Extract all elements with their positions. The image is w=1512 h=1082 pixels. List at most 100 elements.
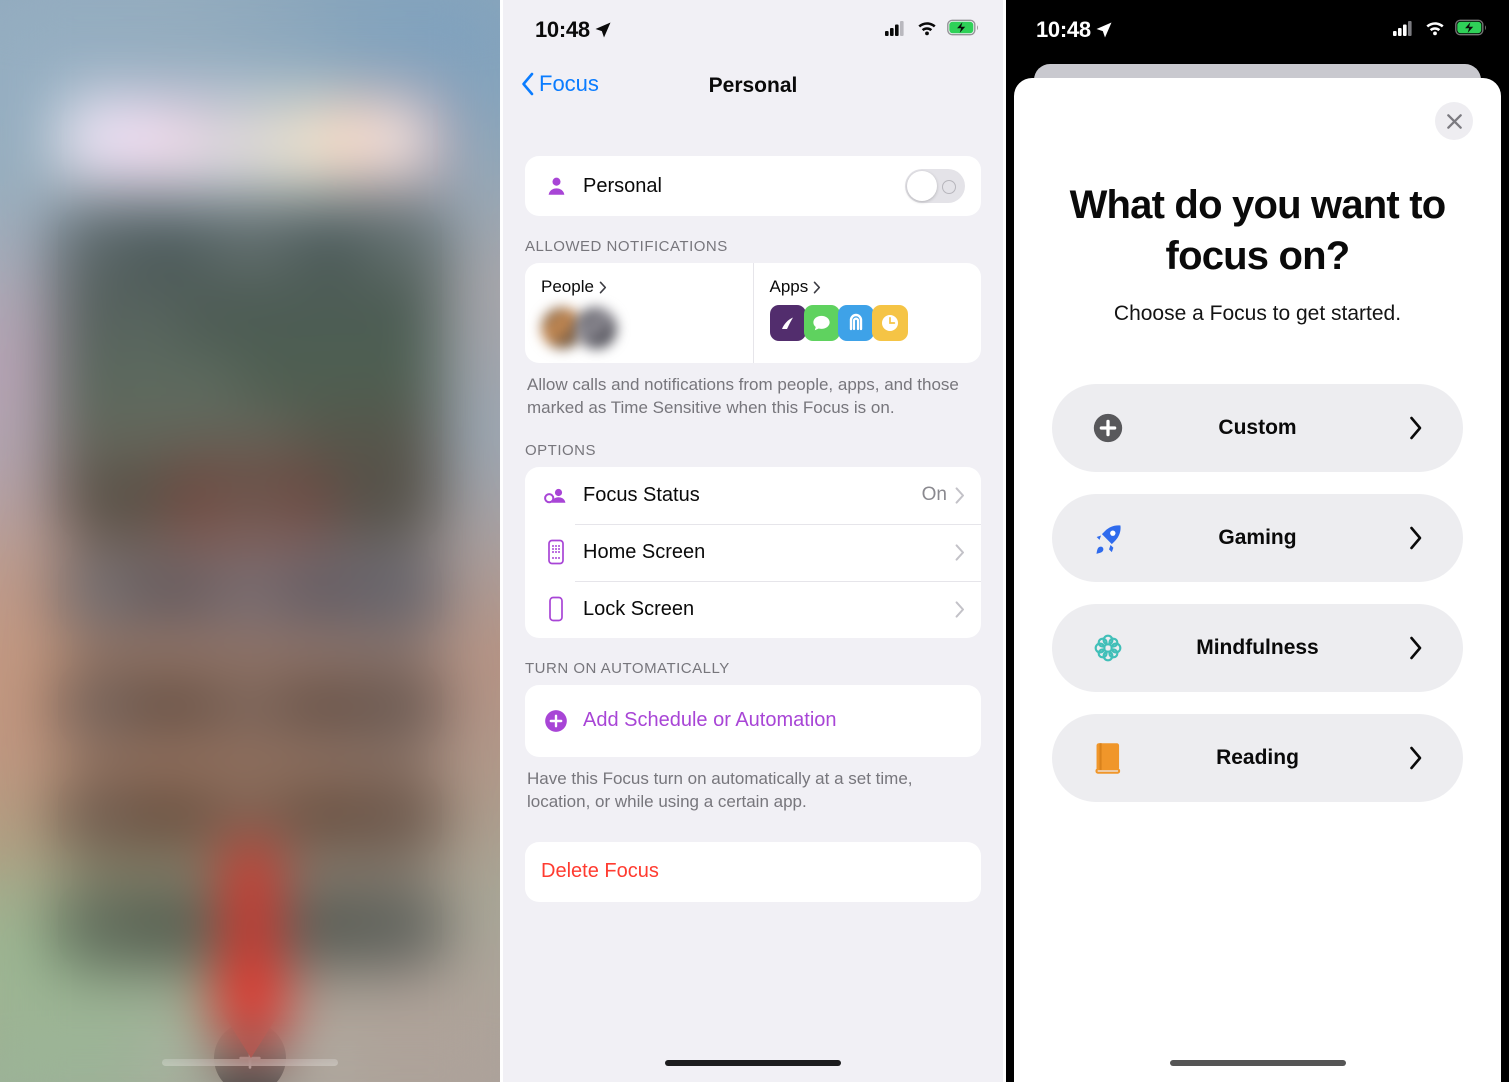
do-not-disturb-card[interactable]: Do Not Disturb On xyxy=(62,96,438,184)
home-screen-icon xyxy=(541,537,571,567)
add-schedule-label: Add Schedule or Automation xyxy=(583,709,837,732)
home-indicator xyxy=(162,1059,338,1066)
apps-label: Apps xyxy=(769,277,809,296)
personal-menu-ellipsis-icon[interactable] xyxy=(374,228,416,271)
focus-option-custom[interactable]: Custom xyxy=(1052,384,1463,473)
chevron-right-icon xyxy=(955,601,964,618)
control-center-focus-panel: Do Not Disturb On Personal For 1 hour Un… xyxy=(0,0,500,1082)
podcasts-app-icon xyxy=(769,305,806,341)
focus-option-label: Reading xyxy=(1216,746,1299,770)
people-title-row: People xyxy=(541,277,737,297)
chevron-right-icon xyxy=(955,544,964,561)
allowed-app-icons xyxy=(769,305,966,341)
location-arrow-icon xyxy=(595,22,611,38)
focus-picker-panel: 10:48 What do you want to focus on? Choo… xyxy=(1006,0,1509,1082)
wifi-icon xyxy=(918,22,936,36)
cellular-bars-icon xyxy=(1393,21,1412,36)
option-row-home-screen[interactable]: Home Screen xyxy=(525,523,981,581)
people-cell[interactable]: People xyxy=(525,263,753,363)
navigation-bar: Focus Personal xyxy=(503,62,1003,124)
dnd-status: On xyxy=(240,144,260,160)
status-bar: 10:48 xyxy=(503,0,1003,62)
turn-on-automatically-card: Add Schedule or Automation xyxy=(525,684,981,757)
chevron-right-icon xyxy=(1410,747,1422,770)
messages-app-icon xyxy=(803,305,840,341)
mail-app-icon xyxy=(837,305,874,341)
sheet-title: What do you want to focus on? xyxy=(1069,183,1447,279)
focus-pill-ellipsis-icon[interactable] xyxy=(372,701,410,709)
option-label: Home Screen xyxy=(583,540,706,563)
battery-charging-icon xyxy=(947,19,978,36)
focus-pill-ellipsis-icon[interactable] xyxy=(372,811,410,819)
focus-pill-ellipsis-icon[interactable] xyxy=(372,921,410,929)
apps-title-row: Apps xyxy=(770,277,966,297)
focus-option-gaming[interactable]: Gaming xyxy=(1052,494,1463,583)
allowed-notifications-card: People Apps xyxy=(525,263,981,363)
status-bar-indicators xyxy=(1393,19,1487,36)
person-icon xyxy=(541,171,571,201)
close-button[interactable] xyxy=(1435,102,1473,140)
allowed-notifications-header: ALLOWED NOTIFICATIONS xyxy=(525,238,728,255)
focus-name-row[interactable]: Personal xyxy=(525,156,981,216)
dnd-ellipsis-icon[interactable] xyxy=(371,136,404,144)
focus-status-icon xyxy=(541,480,571,510)
apps-cell[interactable]: Apps xyxy=(754,263,982,363)
settings-personal-focus-panel: 10:48 Focus Personal Personal ALLOWED NO… xyxy=(500,0,1006,1082)
personal-menu-header[interactable]: Personal xyxy=(58,206,442,294)
settings-label: Settings xyxy=(215,498,285,519)
option-value: On xyxy=(921,484,947,506)
focus-picker-sheet: What do you want to focus on? Choose a F… xyxy=(1014,78,1501,1082)
people-label: People xyxy=(541,277,594,296)
turn-on-automatically-header: TURN ON AUTOMATICALLY xyxy=(525,659,730,677)
focus-pill-sleep[interactable]: Sleep xyxy=(58,663,442,747)
menu-item-for-1-hour[interactable]: For 1 hour xyxy=(58,294,442,357)
home-indicator xyxy=(665,1060,841,1066)
annotation-arrow-down xyxy=(205,845,297,1058)
chevron-right-icon xyxy=(813,281,821,293)
menu-item-sublabel: Home xyxy=(88,445,131,462)
delete-focus-label: Delete Focus xyxy=(541,860,659,883)
focus-name-card: Personal xyxy=(525,156,981,216)
focus-option-label: Mindfulness xyxy=(1196,636,1319,660)
close-icon xyxy=(1446,113,1462,129)
plus-circle-icon xyxy=(541,706,571,736)
delete-focus-row[interactable]: Delete Focus xyxy=(525,842,981,902)
focus-options-list: Custom Gaming Mindfulness Reading xyxy=(1014,384,1501,803)
option-label: Focus Status xyxy=(583,483,700,506)
menu-item-label: For 1 hour xyxy=(88,314,176,335)
location-arrow-icon xyxy=(1096,22,1112,38)
cellular-bars-icon xyxy=(885,21,904,36)
focus-pill-work[interactable]: Work xyxy=(58,553,442,637)
focus-option-reading[interactable]: Reading xyxy=(1052,714,1463,803)
status-bar-time: 10:48 xyxy=(535,17,590,42)
menu-item-settings[interactable]: Settings xyxy=(58,478,442,540)
option-row-focus-status[interactable]: Focus Status On xyxy=(525,467,981,524)
chevron-right-icon xyxy=(1410,637,1422,660)
focus-option-mindfulness[interactable]: Mindfulness xyxy=(1052,604,1463,693)
delete-focus-card: Delete Focus xyxy=(525,841,981,902)
chevron-right-icon xyxy=(955,487,964,504)
avatar xyxy=(575,307,617,349)
option-label: Lock Screen xyxy=(583,597,695,620)
allowed-notifications-footnote: Allow calls and notifications from peopl… xyxy=(527,375,959,418)
page-title: Personal xyxy=(708,74,798,97)
menu-item-label: Until I leave this location xyxy=(88,422,293,443)
focus-enable-toggle[interactable] xyxy=(905,169,965,203)
clock-app-icon xyxy=(871,305,908,341)
sheet-subtitle: Choose a Focus to get started. xyxy=(1113,302,1402,326)
options-header: OPTIONS xyxy=(525,441,597,459)
options-card: Focus Status On Home Screen Lock Screen xyxy=(525,466,981,638)
menu-item-label: Until this evening xyxy=(88,371,233,392)
option-row-lock-screen[interactable]: Lock Screen xyxy=(525,580,981,638)
people-avatars xyxy=(541,307,737,349)
lock-screen-icon xyxy=(541,594,571,624)
focus-option-label: Gaming xyxy=(1218,526,1297,550)
focus-pill-ellipsis-icon[interactable] xyxy=(372,591,410,599)
battery-charging-icon xyxy=(1455,19,1486,36)
menu-item-until-i-leave-location[interactable]: Until I leave this location Home xyxy=(58,408,442,478)
add-schedule-or-automation-row[interactable]: Add Schedule or Automation xyxy=(525,685,981,757)
status-bar-indicators xyxy=(885,19,979,36)
menu-item-until-this-evening[interactable]: Until this evening xyxy=(58,357,442,408)
chevron-right-icon xyxy=(1410,527,1422,550)
screenshot-root: Do Not Disturb On Personal For 1 hour Un… xyxy=(0,0,1512,1082)
